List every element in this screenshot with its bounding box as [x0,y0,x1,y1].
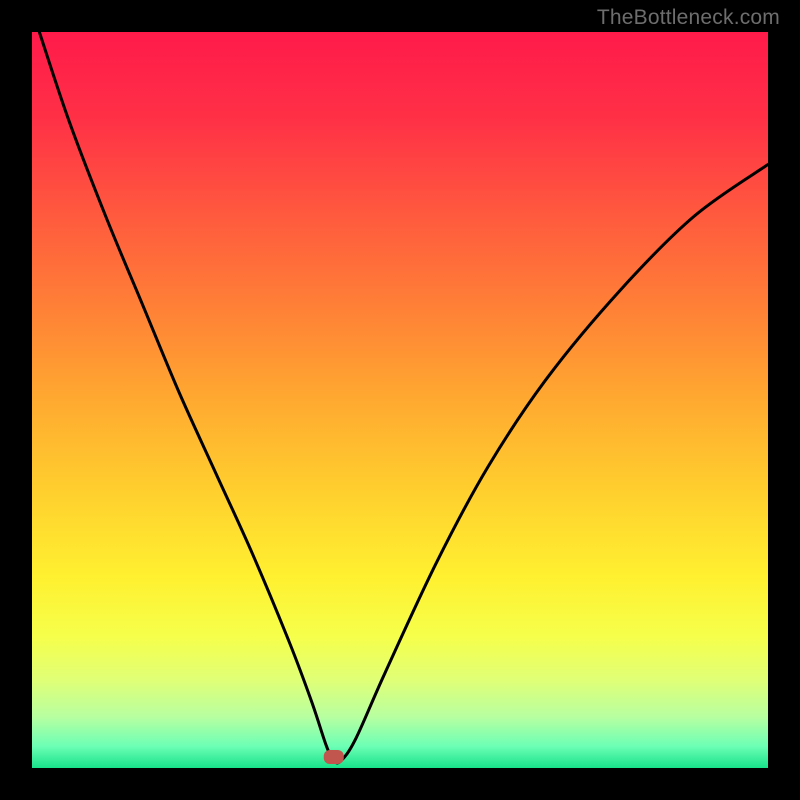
plot-svg [32,32,768,768]
plot-area [32,32,768,768]
chart-frame: TheBottleneck.com [0,0,800,800]
gradient-background [32,32,768,768]
optimum-marker [324,750,344,764]
watermark-text: TheBottleneck.com [597,6,780,30]
